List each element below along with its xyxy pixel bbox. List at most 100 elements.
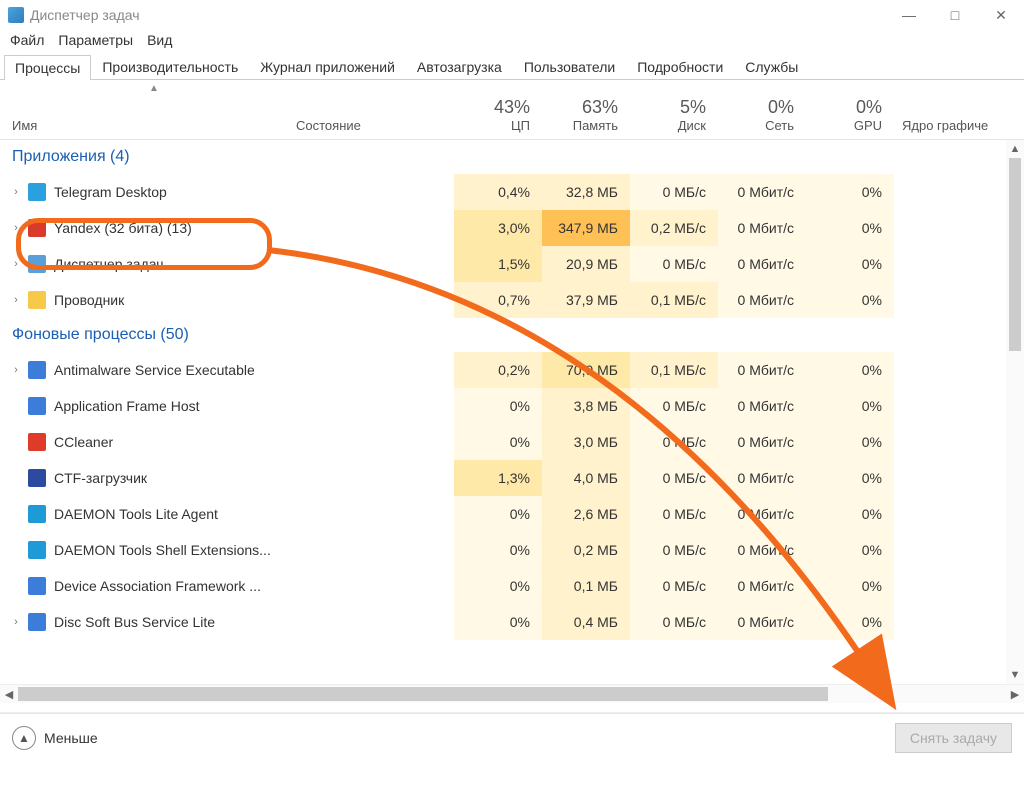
- process-row[interactable]: DAEMON Tools Lite Agent0%2,6 МБ0 МБ/с0 М…: [0, 496, 1024, 532]
- app-icon: [8, 7, 24, 23]
- cell-net: 0 Мбит/с: [718, 460, 806, 496]
- sort-arrow-icon: ▲: [12, 83, 296, 94]
- end-task-button[interactable]: Снять задачу: [895, 723, 1012, 753]
- cell-cpu: 1,3%: [454, 460, 542, 496]
- process-name: Telegram Desktop: [54, 184, 167, 200]
- process-row[interactable]: DAEMON Tools Shell Extensions...0%0,2 МБ…: [0, 532, 1024, 568]
- cell-disk: 0,1 МБ/с: [630, 352, 718, 388]
- process-icon: [28, 469, 46, 487]
- process-icon: [28, 183, 46, 201]
- process-row[interactable]: Device Association Framework ...0%0,1 МБ…: [0, 568, 1024, 604]
- process-icon: [28, 613, 46, 631]
- menu-options[interactable]: Параметры: [58, 32, 133, 48]
- tab-processes[interactable]: Процессы: [4, 55, 91, 80]
- tab-details[interactable]: Подробности: [626, 54, 734, 79]
- process-row[interactable]: › Yandex (32 бита) (13) 3,0%347,9 МБ0,2 МБ…: [0, 210, 1024, 246]
- tab-users[interactable]: Пользователи: [513, 54, 626, 79]
- process-name: CTF-загрузчик: [54, 470, 147, 486]
- expand-chevron-icon[interactable]: ›: [8, 294, 24, 306]
- expand-chevron-icon[interactable]: ›: [8, 258, 24, 270]
- scroll-down-icon[interactable]: ▼: [1006, 666, 1024, 684]
- cell-mem: 347,9 МБ: [542, 210, 630, 246]
- process-row[interactable]: CTF-загрузчик1,3%4,0 МБ0 МБ/с0 Мбит/с0%: [0, 460, 1024, 496]
- cell-disk: 0,2 МБ/с: [630, 210, 718, 246]
- cell-mem: 0,1 МБ: [542, 568, 630, 604]
- cell-mem: 3,8 МБ: [542, 388, 630, 424]
- scroll-up-icon[interactable]: ▲: [1006, 140, 1024, 158]
- process-row[interactable]: Application Frame Host0%3,8 МБ0 МБ/с0 Мб…: [0, 388, 1024, 424]
- titlebar: Диспетчер задач — □ ✕: [0, 0, 1024, 30]
- column-gpu-engine[interactable]: Ядро графиче: [894, 96, 994, 133]
- network-percent: 0%: [718, 97, 794, 118]
- expand-chevron-icon[interactable]: ›: [8, 616, 24, 628]
- vertical-scrollbar[interactable]: ▲ ▼: [1006, 140, 1024, 684]
- process-name: Application Frame Host: [54, 398, 200, 414]
- cell-net: 0 Мбит/с: [718, 174, 806, 210]
- column-gpu[interactable]: 0% GPU: [806, 97, 894, 133]
- cell-net: 0 Мбит/с: [718, 246, 806, 282]
- chevron-up-icon: ▲: [12, 726, 36, 750]
- cell-gpu: 0%: [806, 246, 894, 282]
- process-name: Yandex (32 бита) (13): [54, 220, 192, 236]
- menu-file[interactable]: Файл: [10, 32, 44, 48]
- cell-cpu: 0%: [454, 496, 542, 532]
- minimize-button[interactable]: —: [886, 0, 932, 30]
- expand-chevron-icon[interactable]: ›: [8, 222, 24, 234]
- column-state-label: Состояние: [296, 118, 454, 133]
- tab-services[interactable]: Службы: [734, 54, 809, 79]
- cell-disk: 0 МБ/с: [630, 388, 718, 424]
- cell-gpu: 0%: [806, 496, 894, 532]
- close-button[interactable]: ✕: [978, 0, 1024, 30]
- cell-cpu: 0%: [454, 568, 542, 604]
- expand-chevron-icon[interactable]: ›: [8, 186, 24, 198]
- cell-disk: 0 МБ/с: [630, 532, 718, 568]
- cell-mem: 0,4 МБ: [542, 604, 630, 640]
- column-disk[interactable]: 5% Диск: [630, 97, 718, 133]
- expand-chevron-icon[interactable]: ›: [8, 364, 24, 376]
- process-name: Disc Soft Bus Service Lite: [54, 614, 215, 630]
- cell-disk: 0 МБ/с: [630, 568, 718, 604]
- process-row[interactable]: CCleaner0%3,0 МБ0 МБ/с0 Мбит/с0%: [0, 424, 1024, 460]
- cell-net: 0 Мбит/с: [718, 388, 806, 424]
- cell-net: 0 Мбит/с: [718, 282, 806, 318]
- cell-cpu: 0%: [454, 424, 542, 460]
- column-cpu[interactable]: 43% ЦП: [454, 97, 542, 133]
- cpu-label: ЦП: [454, 118, 530, 133]
- cell-gpu: 0%: [806, 604, 894, 640]
- column-memory[interactable]: 63% Память: [542, 97, 630, 133]
- horizontal-scrollbar[interactable]: ◀ ▶: [0, 684, 1024, 703]
- cell-mem: 4,0 МБ: [542, 460, 630, 496]
- column-state[interactable]: Состояние: [296, 118, 454, 133]
- disk-label: Диск: [630, 118, 706, 133]
- menu-view[interactable]: Вид: [147, 32, 172, 48]
- scroll-thumb[interactable]: [1009, 158, 1021, 351]
- column-name[interactable]: ▲ Имя: [0, 83, 296, 133]
- fewer-details-label: Меньше: [44, 730, 98, 746]
- window-controls: — □ ✕: [886, 0, 1024, 30]
- process-row[interactable]: ›Antimalware Service Executable0,2%70,9 …: [0, 352, 1024, 388]
- process-row[interactable]: ›Telegram Desktop0,4%32,8 МБ0 МБ/с0 Мбит…: [0, 174, 1024, 210]
- scroll-left-icon[interactable]: ◀: [0, 685, 18, 703]
- column-headers: ▲ Имя Состояние 43% ЦП 63% Память 5% Дис…: [0, 80, 1024, 140]
- footer: ▲ Меньше Снять задачу: [0, 713, 1024, 762]
- fewer-details-button[interactable]: ▲ Меньше: [12, 726, 98, 750]
- column-network[interactable]: 0% Сеть: [718, 97, 806, 133]
- process-row[interactable]: ›Проводник0,7%37,9 МБ0,1 МБ/с0 Мбит/с0%: [0, 282, 1024, 318]
- cell-gpu: 0%: [806, 210, 894, 246]
- cell-cpu: 0,2%: [454, 352, 542, 388]
- tab-startup[interactable]: Автозагрузка: [406, 54, 513, 79]
- cell-net: 0 Мбит/с: [718, 604, 806, 640]
- scroll-right-icon[interactable]: ▶: [1006, 685, 1024, 703]
- process-icon: [28, 219, 46, 237]
- hscroll-thumb[interactable]: [18, 687, 828, 701]
- cell-cpu: 3,0%: [454, 210, 542, 246]
- maximize-button[interactable]: □: [932, 0, 978, 30]
- cell-disk: 0 МБ/с: [630, 246, 718, 282]
- disk-percent: 5%: [630, 97, 706, 118]
- menubar: Файл Параметры Вид: [0, 30, 1024, 54]
- process-row[interactable]: ›Disc Soft Bus Service Lite0%0,4 МБ0 МБ/…: [0, 604, 1024, 640]
- tab-performance[interactable]: Производительность: [91, 54, 249, 79]
- network-label: Сеть: [718, 118, 794, 133]
- tab-apphistory[interactable]: Журнал приложений: [249, 54, 406, 79]
- process-row[interactable]: ›Диспетчер задач1,5%20,9 МБ0 МБ/с0 Мбит/…: [0, 246, 1024, 282]
